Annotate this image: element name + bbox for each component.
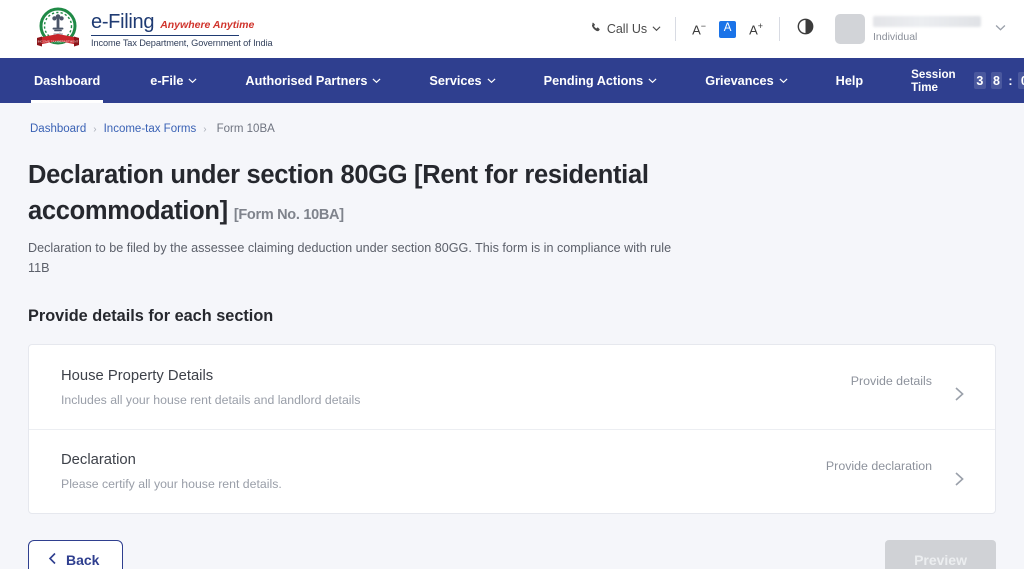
page-title: Declaration under section 80GG [Rent for… xyxy=(28,157,668,229)
breadcrumb-item-income-tax-forms[interactable]: Income-tax Forms xyxy=(104,123,197,135)
contrast-icon xyxy=(797,18,814,40)
preview-button: Preview xyxy=(885,540,996,569)
nav-label: Pending Actions xyxy=(543,73,644,88)
contrast-toggle[interactable] xyxy=(780,18,831,40)
nav-item-grievances[interactable]: Grievances xyxy=(705,58,813,103)
session-digit: 8 xyxy=(990,72,1003,89)
avatar xyxy=(835,14,865,44)
breadcrumb-separator: › xyxy=(203,123,207,135)
nav-item-services[interactable]: Services xyxy=(429,58,521,103)
user-role: Individual xyxy=(873,30,918,43)
back-button-label: Back xyxy=(66,552,100,569)
brand-tagline: Anywhere Anytime xyxy=(160,18,255,31)
breadcrumb-current: Form 10BA xyxy=(216,123,275,135)
nav-item-help[interactable]: Help xyxy=(836,58,890,103)
form-number: [Form No. 10BA] xyxy=(233,207,344,224)
brand-name: e-Filing xyxy=(91,10,155,33)
font-size-controls: A− A A+ xyxy=(676,20,779,38)
page-content: Dashboard › Income-tax Forms › Form 10BA… xyxy=(0,103,1024,515)
chevron-right-icon[interactable] xyxy=(954,372,965,402)
font-increase-button[interactable]: A+ xyxy=(749,21,763,36)
top-bar-controls: Call Us A− A A+ Individual xyxy=(576,14,1006,44)
font-normal-button[interactable]: A xyxy=(719,20,737,38)
session-colon: : xyxy=(1008,73,1013,88)
svg-text:INCOME TAX DEPARTMENT: INCOME TAX DEPARTMENT xyxy=(38,40,79,44)
nav-label: Dashboard xyxy=(34,73,101,88)
session-digit: 0 xyxy=(1018,72,1024,89)
page-description: Declaration to be filed by the assessee … xyxy=(28,241,672,275)
nav-label: Services xyxy=(429,73,482,88)
section-row-declaration[interactable]: Declaration Please certify all your hous… xyxy=(29,429,995,513)
breadcrumb-separator: › xyxy=(93,123,97,135)
breadcrumb: Dashboard › Income-tax Forms › Form 10BA xyxy=(28,103,996,135)
breadcrumb-item-dashboard[interactable]: Dashboard xyxy=(30,123,86,135)
page-footer: Back Preview xyxy=(0,514,1024,569)
brand-logo[interactable]: सत्यमेव INCOME TAX DEPARTMENT e-Filing A… xyxy=(34,6,273,52)
sections-card: House Property Details Includes all your… xyxy=(28,344,996,515)
section-title: Declaration xyxy=(61,452,136,469)
phone-icon xyxy=(590,22,602,37)
nav-item-e-file[interactable]: e-File xyxy=(150,58,223,103)
india-national-emblem-icon: सत्यमेव INCOME TAX DEPARTMENT xyxy=(34,6,82,52)
nav-label: Authorised Partners xyxy=(245,73,368,88)
chevron-down-icon xyxy=(652,22,661,36)
top-bar: सत्यमेव INCOME TAX DEPARTMENT e-Filing A… xyxy=(0,0,1024,58)
brand-divider xyxy=(91,34,239,36)
nav-item-dashboard[interactable]: Dashboard xyxy=(30,58,104,103)
chevron-down-icon xyxy=(487,74,496,88)
user-menu[interactable]: Individual xyxy=(831,14,1006,44)
chevron-down-icon xyxy=(779,74,788,88)
nav-label: Grievances xyxy=(705,73,774,88)
section-title: House Property Details xyxy=(61,367,214,384)
sections-subheading: Provide details for each section xyxy=(28,307,274,326)
section-subtitle: Please certify all your house rent detai… xyxy=(61,477,282,492)
user-name-redacted xyxy=(873,15,981,27)
main-navigation: Dashboard e-File Authorised Partners Ser… xyxy=(0,58,1024,103)
session-timer-label: Session Time xyxy=(911,67,956,94)
section-action-label[interactable]: Provide details xyxy=(851,372,932,388)
nav-label: Help xyxy=(835,73,864,88)
chevron-down-icon xyxy=(648,74,657,88)
nav-label: e-File xyxy=(150,73,184,88)
back-button[interactable]: Back xyxy=(28,540,124,569)
chevron-down-icon xyxy=(372,74,381,88)
chevron-right-icon[interactable] xyxy=(954,457,965,487)
call-us-menu[interactable]: Call Us xyxy=(576,22,675,37)
section-row-house-property-details[interactable]: House Property Details Includes all your… xyxy=(29,345,995,429)
session-digit: 3 xyxy=(974,72,986,89)
chevron-down-icon xyxy=(995,20,1006,38)
section-action-label[interactable]: Provide declaration xyxy=(826,457,932,473)
chevron-down-icon xyxy=(188,74,197,88)
call-us-label: Call Us xyxy=(606,22,648,36)
nav-item-authorised-partners[interactable]: Authorised Partners xyxy=(245,58,407,103)
section-subtitle: Includes all your house rent details and… xyxy=(61,392,361,407)
nav-item-pending-actions[interactable]: Pending Actions xyxy=(544,58,684,103)
chevron-left-icon xyxy=(48,552,57,568)
session-timer: Session Time 3 8 : 0 2 xyxy=(911,58,1024,103)
brand-department: Income Tax Department, Government of Ind… xyxy=(91,37,273,48)
font-decrease-button[interactable]: A− xyxy=(692,21,706,36)
